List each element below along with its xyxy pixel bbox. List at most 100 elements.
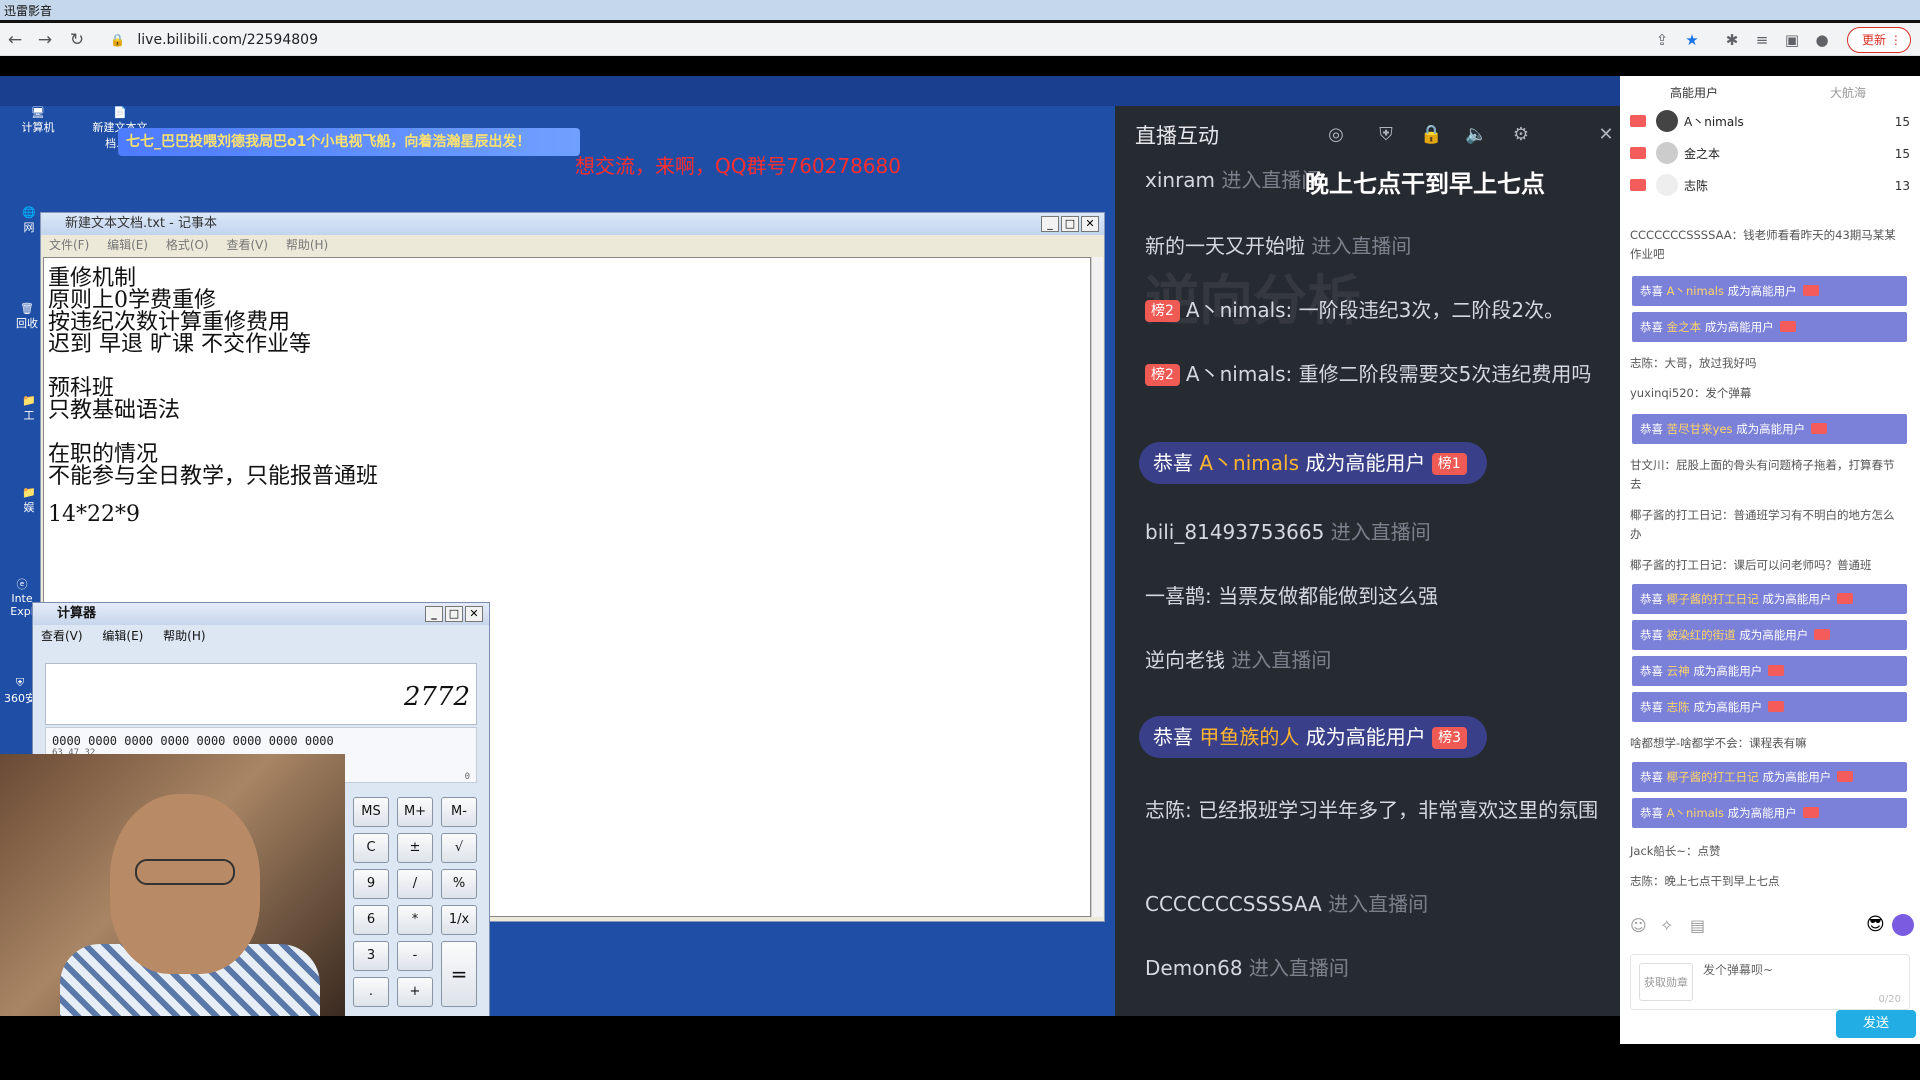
char-counter: 0/20: [1878, 994, 1901, 1005]
back-icon[interactable]: ←: [4, 29, 26, 51]
plus-minus-button[interactable]: ±: [397, 833, 433, 863]
notepad-menu[interactable]: 文件(F) 编辑(E) 格式(O) 查看(V) 帮助(H): [41, 235, 1104, 255]
calculator-menu[interactable]: 查看(V) 编辑(E) 帮助(H): [33, 625, 489, 647]
level-badge: [1630, 179, 1646, 191]
top-user-row[interactable]: 金之本 15: [1630, 140, 1910, 168]
level-badge: [1630, 115, 1646, 127]
volume-icon[interactable]: 🔈: [1465, 124, 1487, 146]
side-panel-icon[interactable]: ▣: [1782, 30, 1802, 50]
streamer-glasses: [135, 859, 235, 885]
reciprocal-button[interactable]: 1/x: [441, 905, 477, 935]
effects-icon[interactable]: ◎: [1325, 124, 1347, 146]
reload-icon[interactable]: ↻: [66, 29, 88, 51]
avatar: [1656, 110, 1678, 132]
chat-bubble-icon[interactable]: [1892, 914, 1914, 936]
close-icon[interactable]: ✕: [1595, 124, 1617, 146]
recycle-bin-icon: 🗑 回收: [16, 302, 38, 330]
live-video[interactable]: 🖥计算机 📄新建文本文档.txt 🌐网 🗑回收 📁工 📁娱 ⓔInte Expl…: [0, 76, 1620, 1016]
gift-icon[interactable]: ✧: [1660, 916, 1673, 935]
danmaku-message: Jack船长~：点赞: [1630, 844, 1721, 858]
emoji-icon[interactable]: ☺: [1630, 916, 1647, 935]
mminus-button[interactable]: M-: [441, 797, 477, 827]
tab-voyage[interactable]: 大航海: [1830, 84, 1866, 101]
congrats-item: 恭喜 金之本 成为高能用户: [1632, 312, 1907, 342]
share-icon[interactable]: ⇪: [1652, 30, 1672, 50]
congrats-notice: 恭喜 A丶nimals 成为高能用户 榜1: [1139, 442, 1487, 484]
os-title: 迅雷影音: [4, 4, 53, 18]
subtract-button[interactable]: -: [397, 941, 433, 971]
gift-banner: 七七_巴巴投喂刘德我局巴o1个小电视飞船，向着浩瀚星辰出发！: [118, 128, 580, 156]
equals-button[interactable]: =: [441, 941, 477, 1007]
os-title-bar: 迅雷影音: [0, 0, 1920, 23]
computer-icon: 🖥 计算机: [21, 106, 55, 134]
maximize-icon[interactable]: □: [1061, 216, 1079, 232]
danmaku-message: 啥都想学-啥都学不会：课程表有嘛: [1630, 736, 1807, 750]
chat-message: 逆向老钱 进入直播间: [1145, 648, 1332, 672]
avatar: [1656, 142, 1678, 164]
digit-6-button[interactable]: 6: [353, 905, 389, 935]
rank-badge: 榜2: [1145, 300, 1180, 322]
multiply-button[interactable]: *: [397, 905, 433, 935]
close-icon[interactable]: ✕: [465, 606, 483, 622]
shield-icon[interactable]: ⛨: [1375, 124, 1397, 146]
digit-3-button[interactable]: 3: [353, 941, 389, 971]
minimize-icon[interactable]: _: [1041, 216, 1059, 232]
calculator-display: 2772: [45, 663, 477, 725]
chat-message: 新的一天又开始啦 进入直播间: [1145, 234, 1412, 258]
tab-high-energy-users[interactable]: 高能用户: [1670, 84, 1718, 101]
minimize-icon[interactable]: _: [425, 606, 443, 622]
digit-9-button[interactable]: 9: [353, 869, 389, 899]
lock-icon[interactable]: 🔒: [1420, 124, 1442, 146]
send-button[interactable]: 发送: [1836, 1010, 1916, 1038]
chat-message: 榜2 A丶nimals: 一阶段违纪3次，二阶段2次。: [1145, 296, 1605, 324]
medal-button[interactable]: 获取勋章: [1639, 963, 1693, 1001]
lock-icon: 🔒: [110, 33, 125, 47]
profile-icon[interactable]: ●: [1812, 30, 1832, 50]
pinned-message: 晚上七点干到早上七点: [1305, 170, 1545, 198]
extensions-icon[interactable]: ✱: [1722, 30, 1742, 50]
top-user-row[interactable]: A丶nimals 15: [1630, 108, 1910, 136]
scrollbar[interactable]: [1091, 257, 1103, 917]
sqrt-button[interactable]: √: [441, 833, 477, 863]
bits-row: 0000 0000 0000 0000 0000 0000 0000 0000: [52, 734, 334, 748]
chat-message: 一喜鹊: 当票友做都能做到这么强: [1145, 584, 1439, 608]
address-bar[interactable]: 🔒 live.bilibili.com/22594809: [110, 27, 1650, 53]
close-icon[interactable]: ✕: [1081, 216, 1099, 232]
chat-message: Demon68 进入直播间: [1145, 956, 1349, 980]
rank-badge: 榜2: [1145, 364, 1180, 386]
add-button[interactable]: +: [397, 977, 433, 1007]
congrats-notice: 恭喜 甲鱼族的人 成为高能用户 榜3: [1139, 716, 1487, 758]
top-user-row[interactable]: 志陈 13: [1630, 172, 1910, 200]
congrats-item: 恭喜 椰子酱的打工日记 成为高能用户: [1632, 584, 1907, 614]
danmaku-message: 椰子酱的打工日记：普通班学习有不明白的地方怎么办: [1630, 508, 1895, 541]
decimal-button[interactable]: .: [353, 977, 389, 1007]
notepad-title: 新建文本文档.txt - 记事本 _ □ ✕: [41, 213, 1104, 235]
url-text: live.bilibili.com/22594809: [137, 32, 318, 48]
media-icon[interactable]: ≡: [1752, 30, 1772, 50]
bookmark-star-icon[interactable]: ★: [1682, 30, 1702, 50]
avatar: [1656, 174, 1678, 196]
template-icon[interactable]: ▤: [1690, 916, 1705, 935]
maximize-icon[interactable]: □: [445, 606, 463, 622]
chat-message: 志陈: 已经报班学习半年多了，非常喜欢这里的氛围: [1145, 798, 1599, 822]
webcam-feed: [0, 754, 345, 1016]
qq-group-text: 想交流，来啊，QQ群号760278680: [575, 154, 902, 178]
clear-button[interactable]: C: [353, 833, 389, 863]
divide-button[interactable]: /: [397, 869, 433, 899]
congrats-item: 恭喜 椰子酱的打工日记 成为高能用户: [1632, 762, 1907, 792]
cool-emoji-icon[interactable]: 😎: [1866, 914, 1885, 935]
congrats-item: 恭喜 A丶nimals 成为高能用户: [1632, 798, 1907, 828]
gear-icon[interactable]: ⚙: [1510, 124, 1532, 146]
ms-button[interactable]: MS: [353, 797, 389, 827]
danmaku-message: CCCCCCCSSSSAA：钱老师看看昨天的43期马某某作业吧: [1630, 228, 1896, 261]
browser-toolbar: ← → ↻ 🔒 live.bilibili.com/22594809 ⇪ ★ ✱…: [0, 23, 1920, 56]
calculator-title-text: 计算器: [57, 606, 97, 621]
danmaku-input[interactable]: 获取勋章 发个弹幕呗~ 0/20: [1630, 954, 1910, 1010]
percent-button[interactable]: %: [441, 869, 477, 899]
mplus-button[interactable]: M+: [397, 797, 433, 827]
forward-icon[interactable]: →: [34, 29, 56, 51]
update-button[interactable]: 更新 ⋮: [1847, 27, 1911, 53]
chat-message: 榜2 A丶nimals: 重修二阶段需要交5次违纪费用吗: [1145, 360, 1605, 388]
danmaku-sidebar: 高能用户 大航海 A丶nimals 15 金之本 15 志陈 13 CCCCCCCSS…: [1620, 76, 1920, 1044]
calculator-title: 计算器 _ □ ✕: [33, 603, 489, 625]
